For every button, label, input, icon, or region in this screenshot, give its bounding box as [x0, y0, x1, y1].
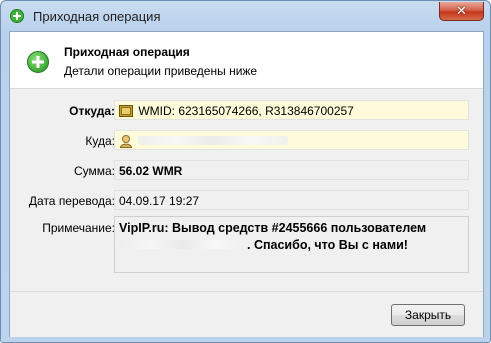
wallet-icon [119, 105, 133, 117]
dialog-window: Приходная операция ✕ Приходная операция … [0, 0, 491, 343]
plus-circle-icon [27, 51, 49, 73]
header-subtitle: Детали операции приведены ниже [64, 64, 258, 78]
plus-circle-icon [10, 9, 24, 23]
window-close-button[interactable]: ✕ [439, 2, 484, 21]
date-label: Дата перевода: [28, 194, 115, 208]
note-line-2: . Спасибо, что Вы с нами! [119, 237, 464, 254]
to-field[interactable] [114, 130, 469, 150]
note-field[interactable]: VipIP.ru: Вывод средств #2455666 пользов… [114, 216, 469, 273]
dialog-footer: Закрыть [10, 291, 483, 337]
close-button[interactable]: Закрыть [391, 304, 465, 326]
from-value: WMID: 623165074266, R313846700257 [138, 104, 354, 118]
note-line-2-text: . Спасибо, что Вы с нами! [247, 238, 408, 252]
amount-label: Сумма: [73, 164, 115, 178]
details-panel: Откуда: WMID: 623165074266, R31384670025… [10, 89, 483, 291]
amount-value: 56.02 WMR [119, 164, 183, 178]
date-value: 04.09.17 19:27 [119, 194, 200, 208]
header-title: Приходная операция [64, 45, 190, 59]
window-title: Приходная операция [33, 9, 161, 24]
close-icon: ✕ [456, 3, 467, 18]
note-line-1: VipIP.ru: Вывод средств #2455666 пользов… [119, 221, 427, 235]
date-field: 04.09.17 19:27 [114, 190, 469, 210]
title-bar[interactable]: Приходная операция ✕ [1, 1, 490, 31]
to-label: Куда: [85, 134, 115, 148]
dialog-content: Приходная операция Детали операции приве… [9, 31, 484, 337]
from-field[interactable]: WMID: 623165074266, R313846700257 [114, 100, 469, 120]
amount-field: 56.02 WMR [114, 160, 469, 180]
note-label: Примечание: [42, 221, 115, 235]
user-icon [119, 135, 133, 148]
redacted-recipient [138, 136, 289, 145]
redacted-username [119, 240, 247, 249]
dialog-header: Приходная операция Детали операции приве… [10, 32, 483, 89]
from-label: Откуда: [69, 104, 115, 118]
